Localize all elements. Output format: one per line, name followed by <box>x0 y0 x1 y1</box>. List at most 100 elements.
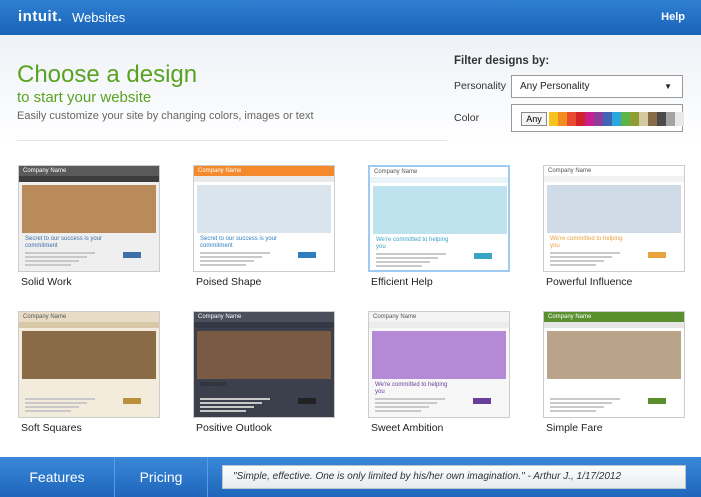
thumb-text-line <box>25 402 87 404</box>
any-color-button[interactable]: Any <box>521 112 547 126</box>
hero-section: Choose a design to start your website Ea… <box>0 35 701 145</box>
thumb-headline: Secret to our success is your commitment <box>200 236 278 249</box>
design-thumbnail[interactable]: Company Name <box>543 311 685 418</box>
thumb-hero-image <box>22 331 156 379</box>
color-swatch-12[interactable] <box>657 112 666 126</box>
design-thumbnail[interactable]: Company Name Welcome! <box>193 311 335 418</box>
color-swatch-9[interactable] <box>630 112 639 126</box>
design-name: Simple Fare <box>546 422 603 434</box>
thumb-nav <box>544 322 684 328</box>
thumb-text-line <box>25 256 87 258</box>
thumb-text-line <box>375 402 437 404</box>
color-swatch-13[interactable] <box>666 112 675 126</box>
color-swatch-4[interactable] <box>585 112 594 126</box>
color-swatch-14[interactable] <box>675 112 684 126</box>
help-link[interactable]: Help <box>661 11 685 23</box>
design-thumbnail[interactable]: Company Name We're committed to helping y… <box>368 311 510 418</box>
color-picker: Any <box>511 104 684 132</box>
thumb-text-line <box>550 410 596 412</box>
design-card[interactable]: Company Name Secret to our success is you… <box>193 165 335 288</box>
top-bar: intuit. Websites Help <box>0 0 701 35</box>
thumb-company-name: Company Name <box>548 168 592 174</box>
thumb-header: Company Name <box>19 166 159 176</box>
divider <box>17 140 447 141</box>
pricing-tab[interactable]: Pricing <box>115 457 208 497</box>
thumb-text-line <box>200 402 262 404</box>
footer-bar: Features Pricing "Simple, effective. One… <box>0 457 701 497</box>
thumb-text-line <box>25 264 71 266</box>
design-thumbnail[interactable]: Company Name <box>18 311 160 418</box>
color-swatch-5[interactable] <box>594 112 603 126</box>
design-thumbnail[interactable]: Company Name Secret to our success is you… <box>18 165 160 272</box>
thumb-button <box>648 252 666 258</box>
thumb-headline: Welcome! <box>200 382 227 388</box>
design-name: Positive Outlook <box>196 422 272 434</box>
thumb-company-name: Company Name <box>23 314 67 320</box>
thumb-company-name: Company Name <box>374 169 418 175</box>
color-swatch-1[interactable] <box>558 112 567 126</box>
thumb-button <box>474 253 492 259</box>
thumb-text-line <box>200 260 254 262</box>
color-swatch-8[interactable] <box>621 112 630 126</box>
tagline: Easily customize your site by changing c… <box>17 110 314 122</box>
thumb-text-line <box>550 406 604 408</box>
thumb-company-name: Company Name <box>373 314 417 320</box>
thumb-nav <box>370 177 508 183</box>
thumb-hero-image <box>197 331 331 379</box>
personality-select[interactable]: Any Personality ▼ <box>511 75 683 98</box>
personality-select-value: Any Personality <box>520 81 590 92</box>
design-thumbnail[interactable]: Company Name Secret to our success is you… <box>193 165 335 272</box>
thumb-nav <box>19 176 159 182</box>
thumb-headline: We're committed to helping you <box>550 236 623 249</box>
thumb-text-line <box>376 253 446 255</box>
thumb-text-line <box>25 260 79 262</box>
personality-label: Personality <box>454 80 506 92</box>
features-tab[interactable]: Features <box>0 457 115 497</box>
design-thumbnail[interactable]: Company Name We're committed to helping y… <box>368 165 510 272</box>
color-swatch-0[interactable] <box>549 112 558 126</box>
dropdown-arrow-icon: ▼ <box>664 82 672 91</box>
thumb-button <box>473 398 491 404</box>
intuit-logo[interactable]: intuit. <box>18 8 62 25</box>
thumb-company-name: Company Name <box>198 168 242 174</box>
design-card[interactable]: Company Name Welcome! Positive Outlook <box>193 311 335 434</box>
thumb-hero-image <box>372 331 506 379</box>
thumb-text-line <box>200 256 262 258</box>
thumb-text-line <box>550 256 612 258</box>
thumb-hero-image <box>197 185 331 233</box>
thumb-company-name: Company Name <box>548 314 592 320</box>
thumb-text-line <box>200 398 270 400</box>
thumb-text-line <box>25 398 95 400</box>
thumb-header: Company Name <box>19 312 159 322</box>
thumb-nav <box>194 322 334 328</box>
thumb-hero-image <box>547 185 681 233</box>
thumb-header: Company Name <box>544 166 684 176</box>
design-card[interactable]: Company Name We're committed to helping y… <box>543 165 685 288</box>
color-swatch-11[interactable] <box>648 112 657 126</box>
thumb-header: Company Name <box>369 312 509 322</box>
thumb-button <box>298 398 316 404</box>
design-card[interactable]: Company Name We're committed to helping y… <box>368 165 510 288</box>
thumb-text-line <box>200 406 254 408</box>
color-swatch-7[interactable] <box>612 112 621 126</box>
thumb-text-line <box>200 252 270 254</box>
thumb-text-line <box>550 398 620 400</box>
color-swatch-2[interactable] <box>567 112 576 126</box>
thumb-text-line <box>550 402 612 404</box>
design-thumbnail[interactable]: Company Name We're committed to helping y… <box>543 165 685 272</box>
thumb-hero-image <box>547 331 681 379</box>
color-swatches <box>549 112 684 126</box>
thumb-text-line <box>375 410 421 412</box>
design-card[interactable]: Company Name Soft Squares <box>18 311 160 434</box>
design-card[interactable]: Company Name Secret to our success is you… <box>18 165 160 288</box>
thumb-nav <box>194 176 334 182</box>
color-swatch-10[interactable] <box>639 112 648 126</box>
design-card[interactable]: Company Name We're committed to helping y… <box>368 311 510 434</box>
thumb-button <box>123 252 141 258</box>
thumb-text-line <box>376 257 438 259</box>
design-card[interactable]: Company Name Simple Fare <box>543 311 685 434</box>
color-swatch-3[interactable] <box>576 112 585 126</box>
thumb-company-name: Company Name <box>198 314 242 320</box>
color-swatch-6[interactable] <box>603 112 612 126</box>
thumb-hero-image <box>22 185 156 233</box>
